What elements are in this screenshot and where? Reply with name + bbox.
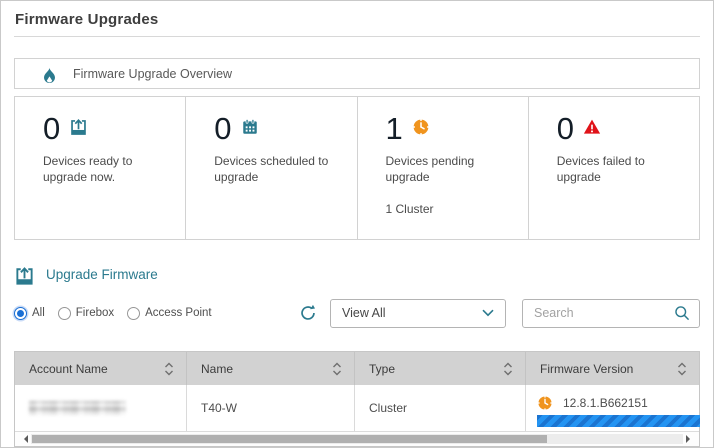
failed-label: Devices failed to upgrade — [557, 153, 685, 185]
scrollbar-track[interactable] — [31, 434, 683, 444]
ready-label: Devices ready to upgrade now. — [43, 153, 171, 185]
failed-count: 0 — [557, 114, 574, 144]
cell-name: T40-W — [187, 385, 355, 431]
radio-firebox-label: Firebox — [76, 307, 114, 319]
sort-icon[interactable] — [677, 362, 687, 376]
pending-clock-icon — [412, 118, 430, 136]
upgrade-progress-bar — [537, 415, 700, 427]
pending-clock-icon — [537, 395, 553, 411]
overview-header: Firmware Upgrade Overview — [14, 58, 700, 89]
upload-icon — [14, 266, 35, 287]
pending-label: Devices pending upgrade — [386, 153, 514, 185]
radio-firebox-control — [58, 307, 71, 320]
cell-firmware-version: 12.8.1.B662151 — [526, 385, 702, 431]
stat-card-failed: 0 Devices failed to upgrade — [529, 97, 699, 239]
radio-all-control — [14, 307, 27, 320]
radio-all-label: All — [32, 307, 45, 319]
calendar-icon — [241, 118, 259, 136]
upgrade-firmware-label: Upgrade Firmware — [46, 267, 158, 282]
column-header-account-name[interactable]: Account Name — [15, 352, 187, 385]
account-name-redacted — [29, 401, 126, 415]
search-icon[interactable] — [674, 305, 690, 321]
scroll-right-arrow[interactable] — [686, 435, 694, 443]
sort-icon[interactable] — [503, 362, 513, 376]
firmware-version-text: 12.8.1.B662151 — [563, 396, 648, 410]
pending-cluster-count: 1 Cluster — [386, 202, 522, 216]
pending-count: 1 — [386, 114, 403, 144]
flame-icon — [41, 67, 58, 84]
device-type-radio-group: All Firebox Access Point — [14, 307, 212, 320]
overview-cards: 0 Devices ready to upgrade now. 0 — [14, 96, 700, 240]
upgrade-firmware-button[interactable]: Upgrade Firmware — [14, 262, 158, 287]
column-header-firmware-version[interactable]: Firmware Version — [526, 352, 699, 385]
stat-card-pending: 1 Devices pending upgrade 1 Cluster — [358, 97, 529, 239]
page-title: Firmware Upgrades — [14, 1, 700, 37]
radio-access-point-control — [127, 307, 140, 320]
scroll-left-arrow[interactable] — [20, 435, 28, 443]
column-header-type[interactable]: Type — [355, 352, 526, 385]
view-filter-value: View All — [342, 306, 386, 320]
search-box — [522, 299, 700, 328]
radio-access-point[interactable]: Access Point — [127, 307, 211, 320]
refresh-button[interactable] — [299, 304, 317, 322]
refresh-icon — [299, 304, 317, 322]
devices-table: Account Name Name Type Firmware Version — [14, 351, 700, 447]
stat-card-ready: 0 Devices ready to upgrade now. — [15, 97, 186, 239]
radio-firebox[interactable]: Firebox — [58, 307, 114, 320]
table-header-row: Account Name Name Type Firmware Version — [15, 352, 699, 385]
horizontal-scrollbar[interactable] — [15, 432, 699, 446]
column-header-name[interactable]: Name — [187, 352, 355, 385]
sort-icon[interactable] — [332, 362, 342, 376]
cell-account-name — [15, 385, 187, 431]
warning-triangle-icon — [583, 118, 601, 136]
chevron-down-icon — [482, 309, 494, 317]
stat-card-scheduled: 0 Devices scheduled to upgrade — [186, 97, 357, 239]
cell-type: Cluster — [355, 385, 526, 431]
radio-all[interactable]: All — [14, 307, 45, 320]
ready-count: 0 — [43, 114, 60, 144]
search-input[interactable] — [532, 305, 674, 321]
scrollbar-thumb[interactable] — [32, 435, 547, 443]
sort-icon[interactable] — [164, 362, 174, 376]
table-row[interactable]: T40-W Cluster 12.8.1.B662151 — [15, 385, 699, 432]
scheduled-label: Devices scheduled to upgrade — [214, 153, 342, 185]
upload-icon — [69, 118, 88, 137]
view-filter-dropdown[interactable]: View All — [330, 299, 506, 328]
scheduled-count: 0 — [214, 114, 231, 144]
firmware-upgrades-page: Firmware Upgrades Firmware Upgrade Overv… — [0, 0, 714, 448]
radio-access-point-label: Access Point — [145, 307, 211, 319]
overview-title: Firmware Upgrade Overview — [73, 67, 232, 81]
filter-toolbar: All Firebox Access Point View All — [14, 298, 700, 328]
